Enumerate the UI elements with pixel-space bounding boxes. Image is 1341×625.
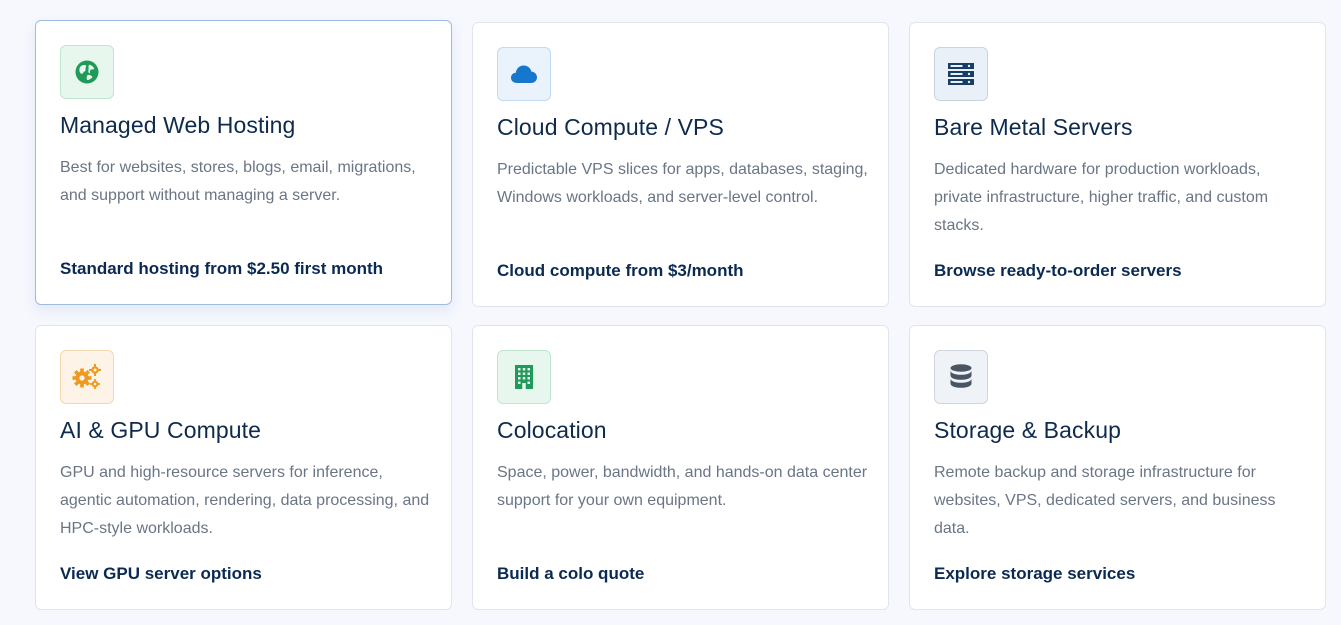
icon-box	[497, 47, 551, 101]
database-icon	[950, 364, 972, 388]
server-rack-icon	[948, 63, 974, 85]
card-description: Dedicated hardware for production worklo…	[934, 161, 1269, 234]
icon-box	[934, 350, 988, 404]
card-ai-gpu-compute[interactable]: AI & GPU Compute GPU and high-resource s…	[35, 325, 452, 610]
card-bare-metal-servers[interactable]: Bare Metal Servers Dedicated hardware fo…	[909, 22, 1326, 307]
icon-box	[497, 350, 551, 404]
card-description: Predictable VPS slices for apps, databas…	[497, 161, 868, 206]
card-link-colo-quote[interactable]: Build a colo quote	[497, 564, 644, 584]
card-storage-backup[interactable]: Storage & Backup Remote backup and stora…	[909, 325, 1326, 610]
card-description: Space, power, bandwidth, and hands-on da…	[497, 464, 868, 509]
card-description: Remote backup and storage infrastructure…	[934, 464, 1276, 537]
globe-icon	[75, 60, 99, 84]
card-title: Cloud Compute / VPS	[497, 114, 724, 140]
card-description: GPU and high-resource servers for infere…	[60, 464, 430, 537]
card-title: Bare Metal Servers	[934, 114, 1133, 140]
card-title: Managed Web Hosting	[60, 112, 296, 138]
card-link-cloud-compute[interactable]: Cloud compute from $3/month	[497, 261, 744, 281]
gears-icon	[72, 364, 101, 389]
card-description: Best for websites, stores, blogs, email,…	[60, 159, 416, 204]
icon-box	[934, 47, 988, 101]
card-link-gpu-options[interactable]: View GPU server options	[60, 564, 262, 584]
card-title: Storage & Backup	[934, 417, 1121, 443]
product-card-grid: Managed Web Hosting Best for websites, s…	[35, 20, 1328, 610]
card-title: AI & GPU Compute	[60, 417, 262, 443]
cloud-icon	[511, 65, 537, 83]
card-link-browse-servers[interactable]: Browse ready-to-order servers	[934, 261, 1182, 281]
building-icon	[515, 365, 533, 389]
icon-box	[60, 350, 114, 404]
card-link-storage-services[interactable]: Explore storage services	[934, 564, 1135, 584]
card-title: Colocation	[497, 417, 607, 443]
card-link-standard-hosting[interactable]: Standard hosting from $2.50 first month	[60, 259, 383, 279]
card-managed-web-hosting[interactable]: Managed Web Hosting Best for websites, s…	[35, 20, 452, 305]
icon-box	[60, 45, 114, 99]
card-colocation[interactable]: Colocation Space, power, bandwidth, and …	[472, 325, 889, 610]
card-cloud-compute-vps[interactable]: Cloud Compute / VPS Predictable VPS slic…	[472, 22, 889, 307]
